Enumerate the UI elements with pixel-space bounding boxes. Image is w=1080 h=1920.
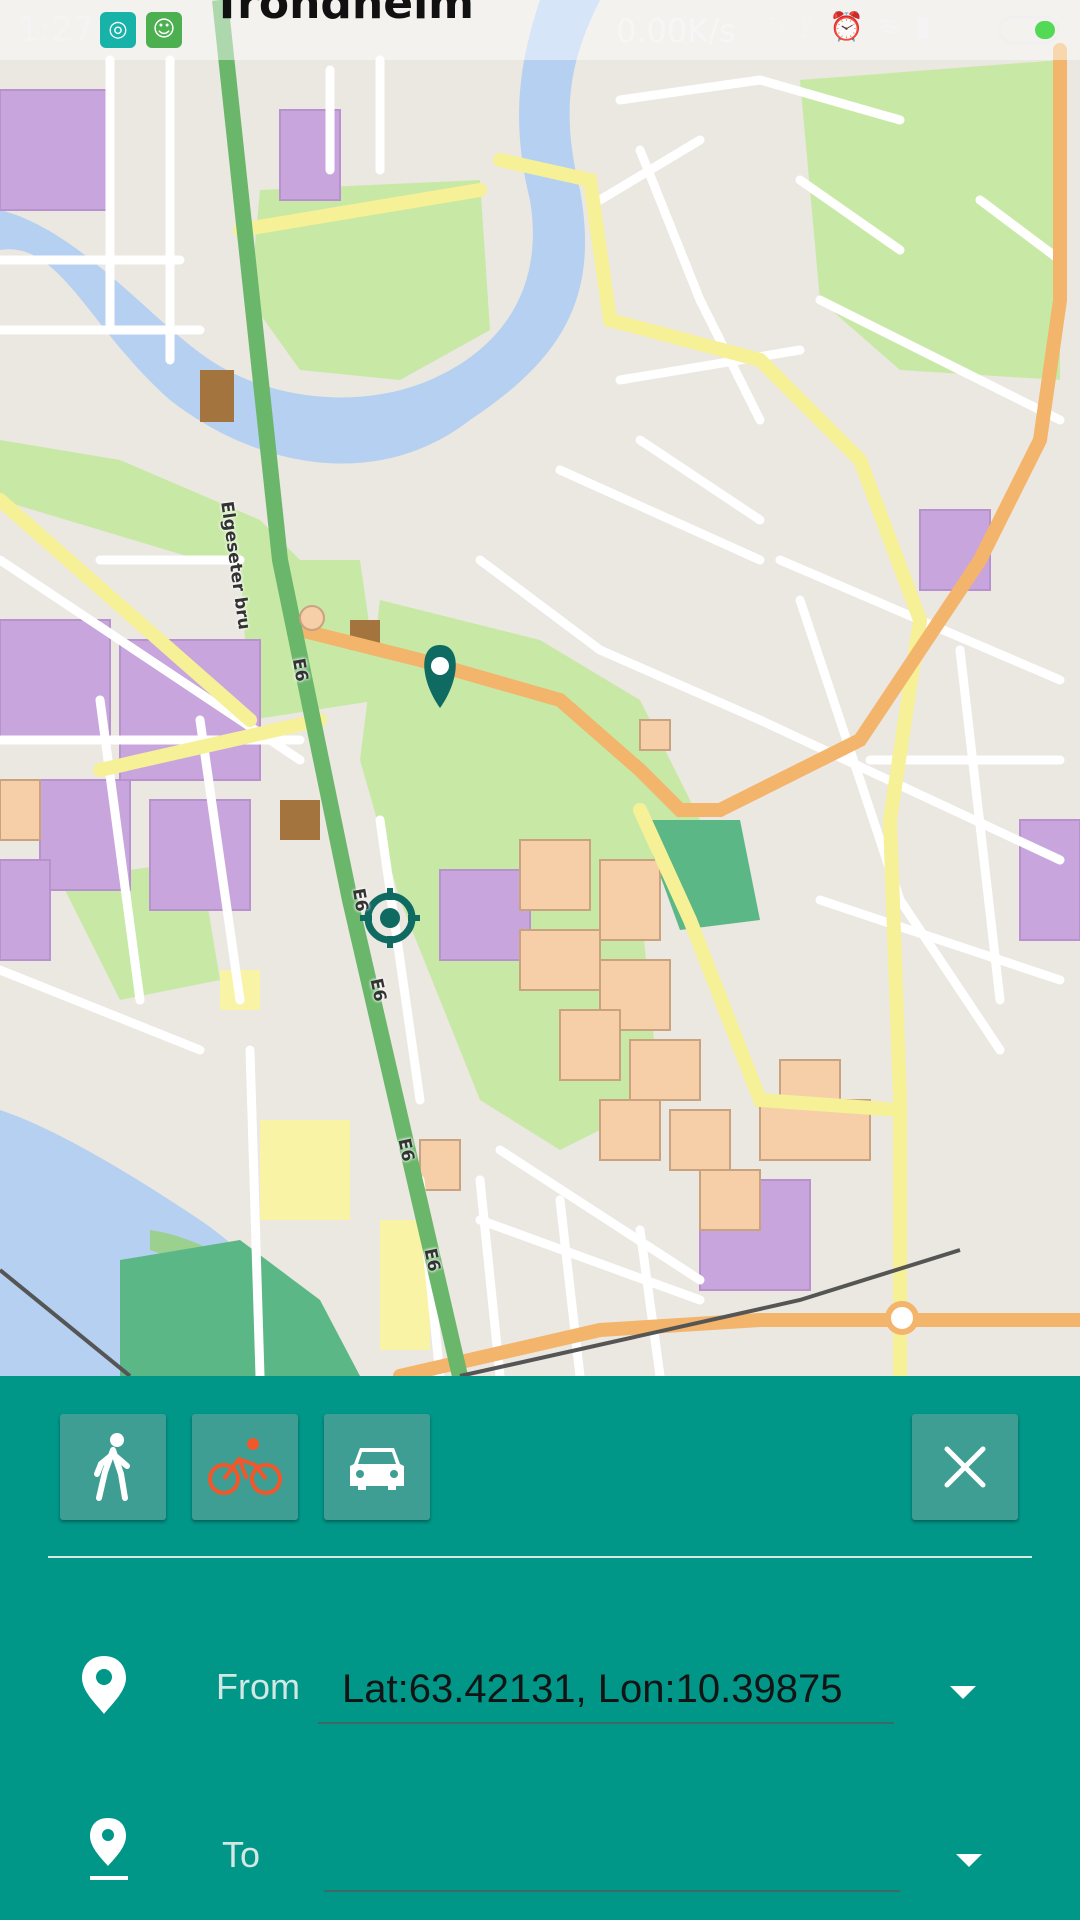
nfc-icon: ◌ xyxy=(760,10,799,43)
car-icon xyxy=(350,1448,404,1490)
from-input[interactable]: Lat:63.42131, Lon:10.39875 xyxy=(318,1654,894,1724)
wifi-icon: ≋ xyxy=(878,10,916,43)
map-canvas[interactable] xyxy=(0,0,1080,1376)
android-app-icon: ☺ xyxy=(146,12,182,48)
to-pin-icon xyxy=(90,1818,128,1880)
from-row: From Lat:63.42131, Lon:10.39875 xyxy=(0,1636,1080,1746)
map-label-road: E6 xyxy=(287,656,312,684)
from-pin-icon xyxy=(82,1656,126,1714)
to-label: To xyxy=(222,1834,261,1875)
from-label: From xyxy=(216,1666,300,1707)
status-time: 1:27 xyxy=(18,10,95,50)
walk-mode-button[interactable] xyxy=(60,1414,166,1520)
bike-icon xyxy=(208,1438,282,1495)
notification-app-icon: ◎ xyxy=(100,12,136,48)
to-dropdown-icon[interactable] xyxy=(956,1854,982,1867)
close-button[interactable] xyxy=(912,1414,1018,1520)
signal-icon: ▮ xyxy=(915,10,946,43)
bluetooth-icon: ᛒ xyxy=(798,10,830,43)
route-panel: From Lat:63.42131, Lon:10.39875 To xyxy=(0,1376,1080,1920)
bike-mode-button[interactable] xyxy=(192,1414,298,1520)
screen: Elgeseter bru E6 E6 E6 E6 E6 1:27 ◎ ☺ Tr… xyxy=(0,0,1080,1920)
walk-icon xyxy=(94,1433,130,1501)
network-speed: 0.00K/s xyxy=(616,12,736,50)
status-bar: 1:27 ◎ ☺ Trondheim 0.00K/s ◌ᛒ⏰≋▮ xyxy=(0,0,1080,60)
close-icon xyxy=(944,1446,986,1488)
to-row: To xyxy=(0,1804,1080,1914)
battery-icon xyxy=(998,16,1060,44)
to-input[interactable] xyxy=(324,1822,900,1892)
alarm-icon: ⏰ xyxy=(829,10,879,43)
map-label-road: E6 xyxy=(347,886,372,914)
map-view[interactable]: Elgeseter bru E6 E6 E6 E6 E6 xyxy=(0,0,1080,1376)
city-title: Trondheim xyxy=(212,0,475,29)
system-icons: ◌ᛒ⏰≋▮ xyxy=(760,10,945,43)
divider xyxy=(48,1556,1032,1558)
car-mode-button[interactable] xyxy=(324,1414,430,1520)
from-dropdown-icon[interactable] xyxy=(950,1686,976,1699)
